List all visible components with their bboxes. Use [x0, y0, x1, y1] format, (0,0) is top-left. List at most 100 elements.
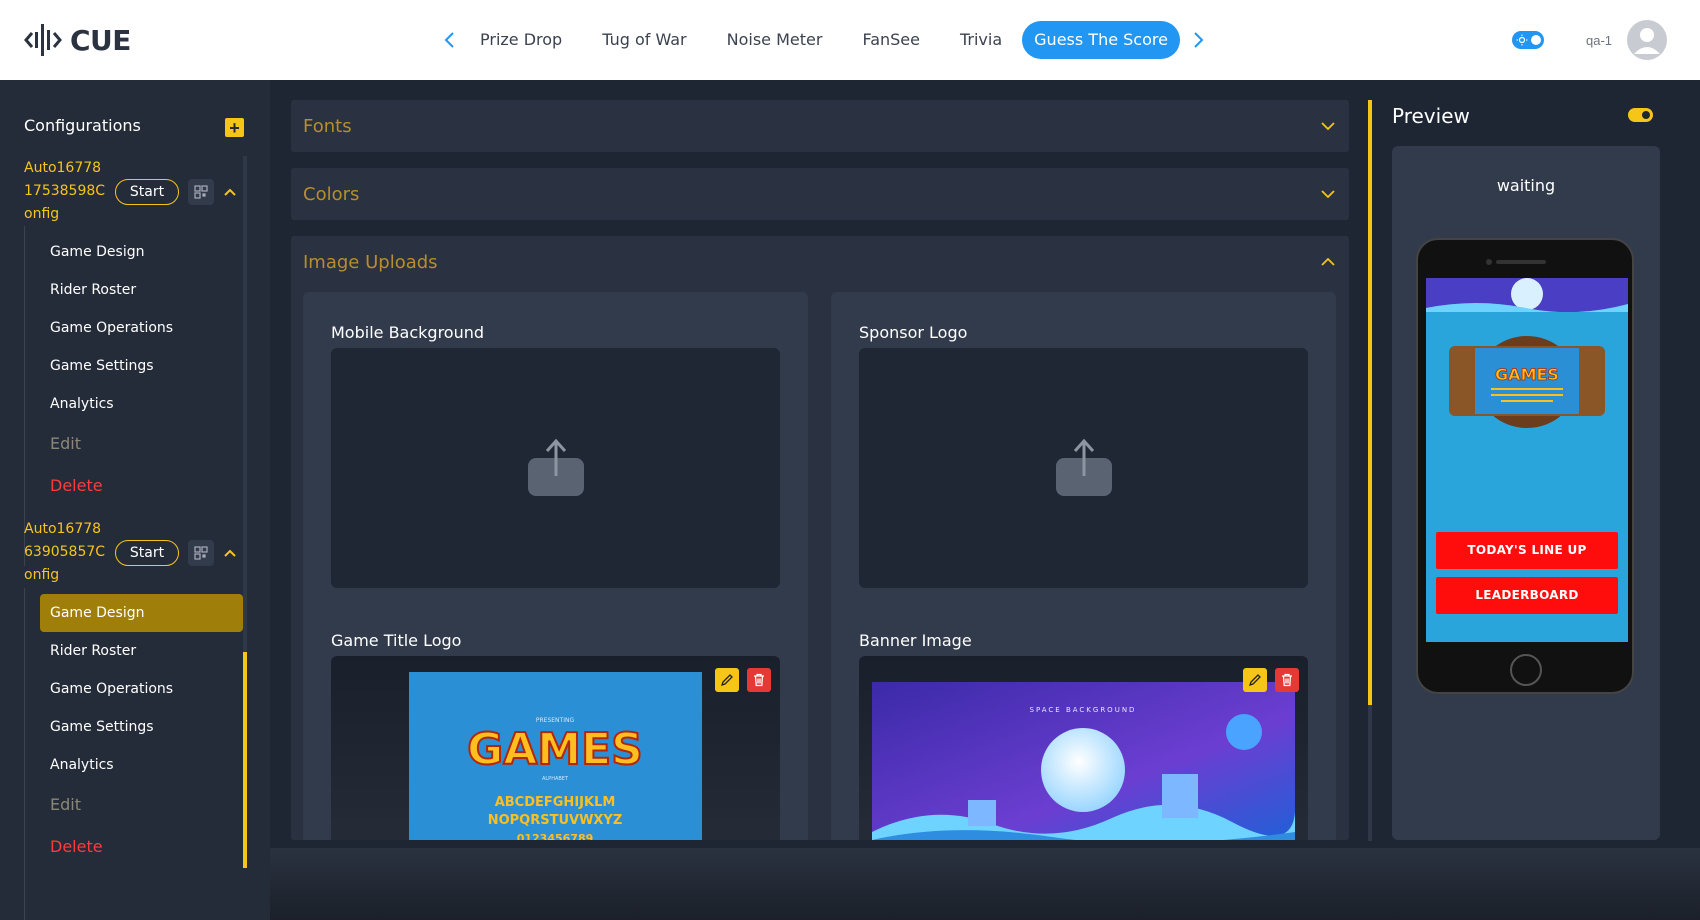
chevron-right-icon: [1194, 32, 1204, 48]
start-button[interactable]: Start: [115, 179, 179, 205]
space-banner-artwork: SPACE BACKGROUND: [872, 682, 1295, 846]
sidebar-item-rider-roster[interactable]: Rider Roster: [40, 632, 243, 670]
preview-scrollbar-thumb[interactable]: [1368, 100, 1372, 705]
toggle-knob: [1642, 111, 1650, 119]
trash-icon: [1282, 673, 1292, 687]
sponsor-logo-dropzone[interactable]: [859, 348, 1308, 588]
qr-code-icon: [194, 185, 208, 199]
pencil-icon: [720, 674, 733, 687]
user-avatar[interactable]: [1627, 20, 1667, 60]
phone-logo-title: GAMES: [1495, 365, 1559, 384]
trash-icon: [754, 673, 764, 687]
tab-guess-the-score[interactable]: Guess The Score: [1022, 21, 1180, 59]
theme-toggle[interactable]: [1512, 31, 1544, 49]
chevron-up-icon: [1321, 257, 1335, 266]
delete-image-button[interactable]: [1275, 668, 1299, 692]
plus-icon: +: [229, 117, 240, 138]
preview-status: waiting: [1496, 176, 1556, 195]
phone-mockup: GAMES TODAY'S LINE UP LEADERBOARD: [1416, 238, 1634, 694]
sidebar-scrollbar-thumb[interactable]: [243, 652, 247, 868]
edit-image-button[interactable]: [715, 668, 739, 692]
logo-text: CUE: [70, 23, 131, 57]
upload-icon: [1056, 438, 1112, 496]
phone-banner-artwork: [1426, 278, 1628, 312]
tabs-next-button[interactable]: [1184, 20, 1212, 60]
preview-title: Preview: [1392, 104, 1470, 128]
upload-icon: [528, 438, 584, 496]
tree-guide: [24, 226, 25, 566]
app-logo[interactable]: CUE: [24, 20, 131, 60]
edit-image-button[interactable]: [1243, 668, 1267, 692]
chevron-left-icon: [444, 32, 454, 48]
qr-code-icon: [194, 546, 208, 560]
upload-card-right: Sponsor Logo Banner Image SPACE BACKGROU…: [831, 292, 1336, 877]
edit-config-button[interactable]: Edit: [40, 425, 243, 463]
tabs-viewport: Prize Drop Tug of War Noise Meter FanSee…: [464, 20, 1184, 60]
edit-config-button[interactable]: Edit: [40, 786, 243, 824]
banner-image: SPACE BACKGROUND: [859, 656, 1308, 846]
leaderboard-button[interactable]: LEADERBOARD: [1436, 577, 1618, 614]
config-name[interactable]: Auto1677817538598Config: [24, 157, 108, 226]
top-bar: CUE Prize Drop Tug of War Noise Meter Fa…: [0, 0, 1700, 80]
todays-line-up-button[interactable]: TODAY'S LINE UP: [1436, 532, 1618, 569]
collapse-chevron-icon[interactable]: [222, 545, 238, 561]
chevron-down-icon: [1321, 190, 1335, 199]
tab-noise-meter[interactable]: Noise Meter: [707, 21, 843, 59]
sun-icon: [1516, 34, 1528, 46]
start-button[interactable]: Start: [115, 540, 179, 566]
sidebar-item-analytics[interactable]: Analytics: [40, 746, 243, 784]
delete-config-button[interactable]: Delete: [40, 467, 243, 505]
banner-art-caption: SPACE BACKGROUND: [1030, 706, 1137, 714]
upload-card-left: Mobile Background Game Title Logo PRESEN…: [303, 292, 808, 877]
section-title: Fonts: [303, 115, 352, 137]
fonts-section: Fonts: [291, 100, 1349, 152]
colors-section-header[interactable]: Colors: [291, 168, 1349, 220]
phone-game-logo: GAMES: [1449, 336, 1605, 428]
sidebar-item-game-settings[interactable]: Game Settings: [40, 347, 243, 385]
configurations-sidebar: Configurations + Auto1677817538598Config…: [0, 80, 270, 920]
banner-image-label: Banner Image: [859, 631, 972, 650]
mobile-background-dropzone[interactable]: [331, 348, 780, 588]
fonts-section-header[interactable]: Fonts: [291, 100, 1349, 152]
section-title: Colors: [303, 183, 360, 205]
sidebar-item-game-operations[interactable]: Game Operations: [40, 309, 243, 347]
tab-prize-drop[interactable]: Prize Drop: [464, 21, 582, 59]
image-uploads-section-header[interactable]: Image Uploads: [291, 236, 1349, 288]
phone-speaker: [1496, 260, 1546, 264]
logo-art-row2: NOPQRSTUVWXYZ: [488, 813, 623, 828]
logo-waveform-icon: [24, 24, 62, 56]
footer-band: [270, 848, 1700, 920]
colors-section: Colors: [291, 168, 1349, 220]
preview-scrollbar-track[interactable]: [1368, 705, 1372, 841]
preview-panel: waiting GAMES TODAY'S LINE UP LEADERBOAR…: [1392, 146, 1660, 840]
toggle-knob: [1531, 35, 1541, 45]
sidebar-item-game-design[interactable]: Game Design: [40, 233, 243, 271]
tab-trivia[interactable]: Trivia: [940, 21, 1022, 59]
tabs-prev-button[interactable]: [436, 20, 464, 60]
delete-config-button[interactable]: Delete: [40, 828, 243, 866]
section-title: Image Uploads: [303, 251, 438, 273]
config-name[interactable]: Auto1677863905857Config: [24, 518, 108, 587]
sidebar-item-game-settings[interactable]: Game Settings: [40, 708, 243, 746]
preview-toggle[interactable]: [1628, 108, 1653, 122]
chevron-down-icon: [1321, 122, 1335, 131]
qr-code-button[interactable]: [188, 179, 214, 205]
tab-tug-of-war[interactable]: Tug of War: [582, 21, 706, 59]
sidebar-item-game-operations[interactable]: Game Operations: [40, 670, 243, 708]
qr-code-button[interactable]: [188, 540, 214, 566]
sidebar-item-game-design[interactable]: Game Design: [40, 594, 243, 632]
collapse-chevron-icon[interactable]: [222, 184, 238, 200]
pencil-icon: [1248, 674, 1261, 687]
user-icon: [1634, 28, 1660, 54]
phone-screen: GAMES TODAY'S LINE UP LEADERBOARD: [1426, 278, 1628, 642]
add-configuration-button[interactable]: +: [225, 118, 244, 137]
username: qa-1: [1586, 33, 1613, 48]
delete-image-button[interactable]: [747, 668, 771, 692]
games-logo-artwork: PRESENTING GAMES ALPHABET ABCDEFGHIJKLM …: [409, 672, 702, 846]
tab-fansee[interactable]: FanSee: [842, 21, 940, 59]
game-title-logo-image: PRESENTING GAMES ALPHABET ABCDEFGHIJKLM …: [331, 656, 780, 846]
sidebar-item-rider-roster[interactable]: Rider Roster: [40, 271, 243, 309]
sidebar-item-analytics[interactable]: Analytics: [40, 385, 243, 423]
logo-art-alphabet: ALPHABET: [542, 776, 569, 782]
game-tabs: Prize Drop Tug of War Noise Meter FanSee…: [436, 20, 1212, 60]
